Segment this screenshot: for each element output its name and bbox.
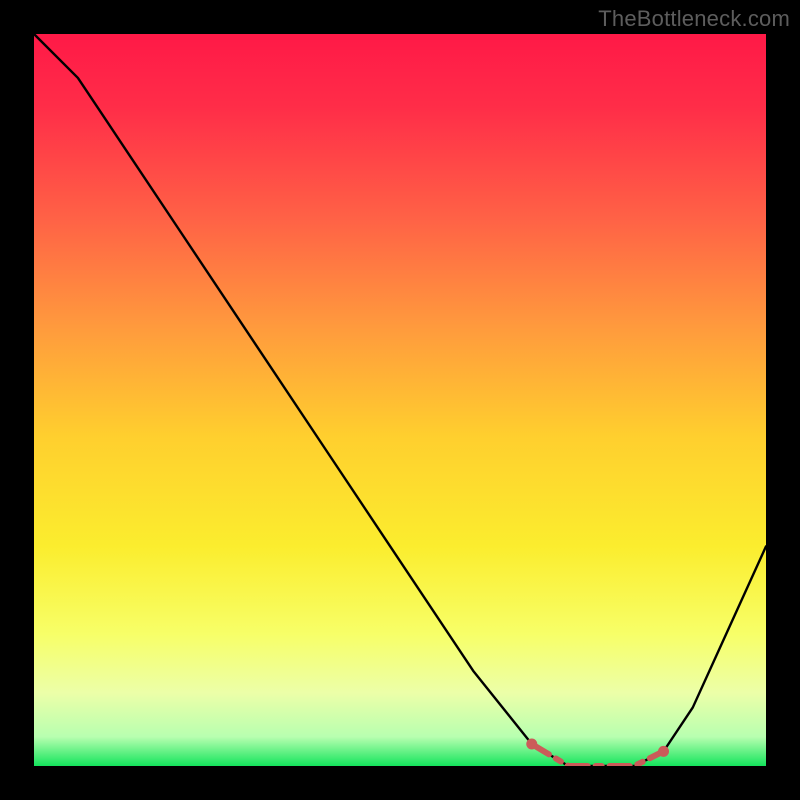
bottleneck-curve	[34, 34, 766, 766]
optimal-zone-line	[532, 744, 664, 766]
curve-layer	[34, 34, 766, 766]
plot-area	[34, 34, 766, 766]
attribution-label: TheBottleneck.com	[598, 6, 790, 32]
chart-frame: TheBottleneck.com	[0, 0, 800, 800]
